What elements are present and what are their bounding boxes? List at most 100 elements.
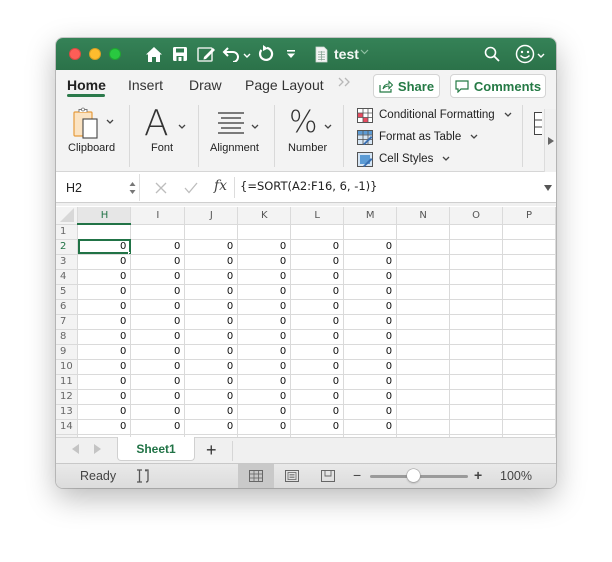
cell-h7[interactable]: 0 (77, 314, 132, 330)
cell-o12[interactable] (449, 389, 503, 405)
cell-k13[interactable]: 0 (237, 404, 292, 420)
cell-m5[interactable]: 0 (343, 284, 398, 300)
cell-o1[interactable] (449, 224, 503, 240)
fill-handle[interactable] (128, 251, 130, 253)
cell-j12[interactable]: 0 (184, 389, 239, 405)
cell-k9[interactable]: 0 (237, 344, 292, 360)
sheet-tab-sheet1[interactable]: Sheet1 (117, 437, 195, 461)
cell-h10[interactable]: 0 (77, 359, 132, 375)
row-header-1[interactable]: 1 (56, 224, 79, 240)
column-header-i[interactable]: I (130, 207, 186, 225)
row-header-10[interactable]: 10 (56, 359, 79, 375)
row-header-12[interactable]: 12 (56, 389, 79, 405)
row-header-13[interactable]: 13 (56, 404, 79, 420)
alignment-dropdown-icon[interactable] (251, 117, 259, 135)
font-group[interactable]: A Font (130, 101, 198, 172)
insert-function-icon[interactable]: fx (214, 178, 227, 194)
cell-o4[interactable] (449, 269, 503, 285)
cell-k11[interactable]: 0 (237, 374, 292, 390)
cell-i12[interactable]: 0 (130, 389, 186, 405)
cell-k12[interactable]: 0 (237, 389, 292, 405)
cell-p4[interactable] (502, 269, 556, 285)
cell-m4[interactable]: 0 (343, 269, 398, 285)
cell-m10[interactable]: 0 (343, 359, 398, 375)
spreadsheet-grid[interactable]: HIJKLMNOP 120000003000000400000050000006… (56, 203, 556, 437)
page-break-preview-button[interactable] (310, 464, 346, 488)
expand-formula-bar-icon[interactable] (544, 185, 552, 191)
cell-l13[interactable]: 0 (290, 404, 345, 420)
cell-p3[interactable] (502, 254, 556, 270)
tab-draw[interactable]: Draw (189, 77, 222, 93)
row-header-11[interactable]: 11 (56, 374, 79, 390)
column-header-j[interactable]: J (184, 207, 239, 225)
cell-j5[interactable]: 0 (184, 284, 239, 300)
cell-m1[interactable] (343, 224, 398, 240)
cell-k14[interactable]: 0 (237, 419, 292, 435)
cell-m9[interactable]: 0 (343, 344, 398, 360)
cell-j6[interactable]: 0 (184, 299, 239, 315)
cell-i1[interactable] (130, 224, 186, 240)
conditional-formatting-button[interactable]: Conditional Formatting (357, 106, 512, 124)
cell-l8[interactable]: 0 (290, 329, 345, 345)
cell-p12[interactable] (502, 389, 556, 405)
comments-button[interactable]: Comments (450, 74, 546, 98)
cell-i7[interactable]: 0 (130, 314, 186, 330)
cell-h4[interactable]: 0 (77, 269, 132, 285)
cell-n5[interactable] (396, 284, 451, 300)
column-header-h[interactable]: H (77, 207, 132, 225)
cell-j7[interactable]: 0 (184, 314, 239, 330)
cell-l14[interactable]: 0 (290, 419, 345, 435)
add-sheet-button[interactable]: + (206, 440, 217, 461)
cell-j9[interactable]: 0 (184, 344, 239, 360)
close-window-button[interactable] (69, 48, 81, 60)
more-tabs-icon[interactable] (338, 76, 352, 90)
column-header-n[interactable]: N (396, 207, 451, 225)
cell-p6[interactable] (502, 299, 556, 315)
cell-m3[interactable]: 0 (343, 254, 398, 270)
number-dropdown-icon[interactable] (324, 117, 332, 135)
row-header-9[interactable]: 9 (56, 344, 79, 360)
cell-p5[interactable] (502, 284, 556, 300)
home-icon[interactable] (145, 44, 163, 64)
save-icon[interactable] (172, 44, 188, 64)
cell-k1[interactable] (237, 224, 292, 240)
cell-i6[interactable]: 0 (130, 299, 186, 315)
cell-k3[interactable]: 0 (237, 254, 292, 270)
alignment-group[interactable]: Alignment (199, 101, 274, 172)
cell-i10[interactable]: 0 (130, 359, 186, 375)
page-layout-view-button[interactable] (274, 464, 310, 488)
undo-dropdown-icon[interactable] (243, 46, 251, 66)
cell-k8[interactable]: 0 (237, 329, 292, 345)
column-header-k[interactable]: K (237, 207, 292, 225)
cells-group-icon[interactable] (534, 112, 545, 141)
cell-p10[interactable] (502, 359, 556, 375)
cell-n1[interactable] (396, 224, 451, 240)
tab-page-layout[interactable]: Page Layout (245, 77, 324, 93)
search-icon[interactable] (484, 44, 500, 64)
cell-p14[interactable] (502, 419, 556, 435)
share-button[interactable]: Share (373, 74, 440, 98)
cell-i8[interactable]: 0 (130, 329, 186, 345)
row-header-7[interactable]: 7 (56, 314, 79, 330)
name-box-stepper-icon[interactable] (129, 181, 136, 195)
cell-l7[interactable]: 0 (290, 314, 345, 330)
normal-view-button[interactable] (238, 464, 274, 488)
cell-i2[interactable]: 0 (130, 239, 186, 255)
document-title[interactable]: test (334, 46, 359, 62)
ribbon-scroll-right-button[interactable] (544, 109, 556, 172)
select-all-button[interactable] (56, 207, 79, 225)
cell-n10[interactable] (396, 359, 451, 375)
row-header-2[interactable]: 2 (56, 239, 79, 255)
cell-n4[interactable] (396, 269, 451, 285)
cell-o3[interactable] (449, 254, 503, 270)
cell-m7[interactable]: 0 (343, 314, 398, 330)
cell-l10[interactable]: 0 (290, 359, 345, 375)
cell-m13[interactable]: 0 (343, 404, 398, 420)
column-header-m[interactable]: M (343, 207, 398, 225)
cell-n6[interactable] (396, 299, 451, 315)
cell-m14[interactable]: 0 (343, 419, 398, 435)
clipboard-group[interactable]: Clipboard (56, 101, 129, 172)
cell-i14[interactable]: 0 (130, 419, 186, 435)
edit-document-icon[interactable] (197, 44, 217, 64)
name-box[interactable]: H2 (56, 174, 140, 201)
